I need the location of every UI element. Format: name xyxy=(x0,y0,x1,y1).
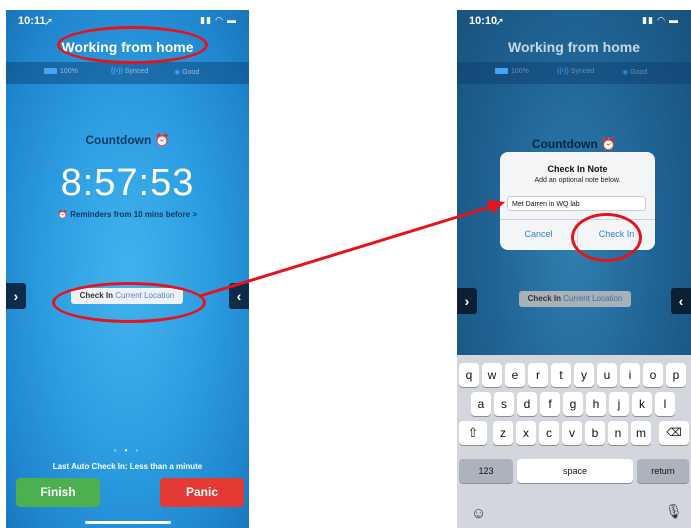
annotation-arrow xyxy=(199,200,505,298)
arrow-head xyxy=(487,200,505,214)
arrow-line xyxy=(199,205,491,298)
